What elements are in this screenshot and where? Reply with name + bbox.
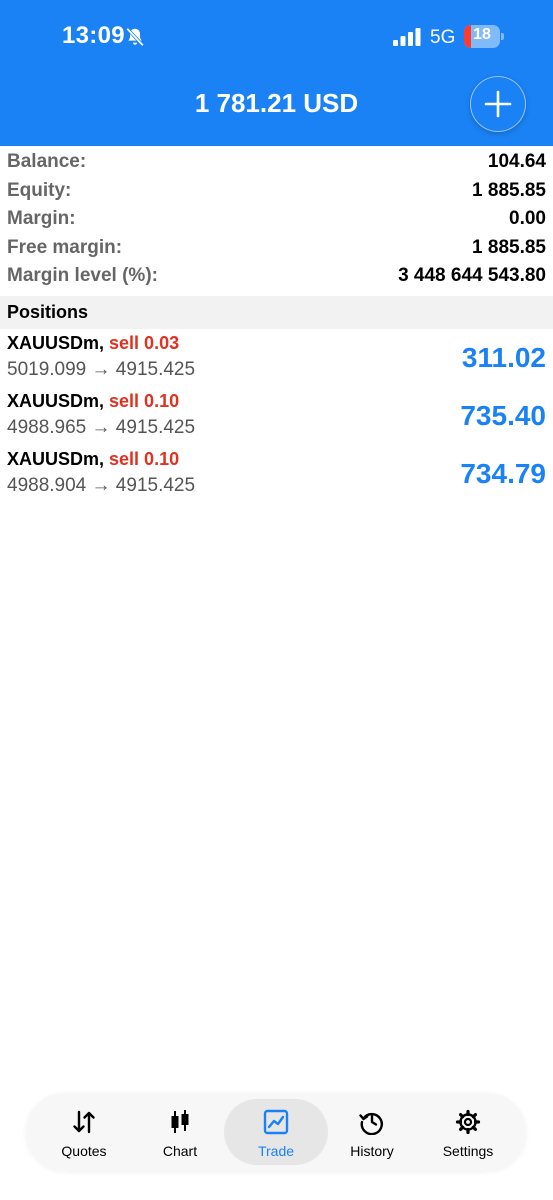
position-profit: 735.40 <box>460 400 546 431</box>
app-header: 13:09 5G 18 1 781.21 USD <box>0 0 553 146</box>
new-order-button[interactable] <box>470 76 526 132</box>
battery-icon: 18 <box>464 25 504 48</box>
status-bar: 13:09 5G 18 <box>0 0 553 76</box>
position-symbol-line: XAUUSDm, sell 0.03 <box>7 333 179 354</box>
positions-section-header: Positions <box>0 296 553 329</box>
position-prices: 4988.965 → 4915.425 <box>7 417 196 438</box>
history-clock-icon <box>359 1112 383 1135</box>
quotes-arrows-icon <box>73 1110 95 1134</box>
tab-history[interactable]: History <box>320 1099 424 1165</box>
equity-label: Equity: <box>7 179 72 201</box>
tab-history-label: History <box>350 1143 394 1159</box>
candlestick-icon <box>171 1110 189 1133</box>
bell-muted-icon <box>126 27 144 47</box>
positions-title: Positions <box>7 302 89 322</box>
margin-label: Margin: <box>7 208 76 230</box>
tab-trade-label: Trade <box>257 1143 295 1159</box>
network-type: 5G <box>430 27 456 48</box>
margin-level-value: 3 448 644 543.80 <box>398 265 546 287</box>
status-time: 13:09 <box>62 22 125 49</box>
trade-chart-icon <box>263 1109 289 1135</box>
position-row[interactable]: XAUUSDm, sell 0.10 4988.904 → 4915.425 7… <box>0 446 553 504</box>
position-symbol-line: XAUUSDm, sell 0.10 <box>7 449 179 470</box>
battery-level: 18 <box>473 26 491 43</box>
plus-icon <box>484 90 512 118</box>
position-prices: 4988.904 → 4915.425 <box>7 475 196 496</box>
margin-level-row: Margin level (%): 3 448 644 543.80 <box>0 262 553 291</box>
balance-label: Balance: <box>7 151 87 173</box>
equity-row: Equity: 1 885.85 <box>0 177 553 206</box>
account-summary: Balance: 104.64 Equity: 1 885.85 Margin:… <box>0 148 553 291</box>
position-row[interactable]: XAUUSDm, sell 0.10 4988.965 → 4915.425 7… <box>0 388 553 446</box>
position-prices: 5019.099 → 4915.425 <box>7 359 196 380</box>
free-margin-value: 1 885.85 <box>472 236 546 258</box>
margin-value: 0.00 <box>509 208 546 230</box>
balance-row: Balance: 104.64 <box>0 148 553 177</box>
position-symbol: XAUUSDm, <box>7 449 105 469</box>
balance-value: 104.64 <box>487 151 546 173</box>
position-symbol: XAUUSDm, <box>7 391 105 411</box>
tab-chart[interactable]: Chart <box>128 1099 232 1165</box>
position-profit: 311.02 <box>461 342 546 373</box>
gear-icon <box>455 1109 481 1135</box>
position-symbol: XAUUSDm, <box>7 333 105 353</box>
position-side: sell 0.10 <box>109 391 180 411</box>
signal-icon <box>393 28 421 46</box>
margin-row: Margin: 0.00 <box>0 205 553 234</box>
position-symbol-line: XAUUSDm, sell 0.10 <box>7 391 179 412</box>
bottom-tab-bar: Quotes Chart Trade History Settings <box>26 1093 526 1171</box>
margin-level-label: Margin level (%): <box>7 265 158 287</box>
position-row[interactable]: XAUUSDm, sell 0.03 5019.099 → 4915.425 3… <box>0 330 553 388</box>
position-profit: 734.79 <box>460 458 546 489</box>
tab-quotes[interactable]: Quotes <box>32 1099 136 1165</box>
position-side: sell 0.10 <box>109 449 180 469</box>
tab-quotes-label: Quotes <box>61 1143 107 1159</box>
tab-chart-label: Chart <box>162 1143 198 1159</box>
equity-value: 1 885.85 <box>472 179 546 201</box>
tab-settings[interactable]: Settings <box>416 1099 520 1165</box>
positions-list: XAUUSDm, sell 0.03 5019.099 → 4915.425 3… <box>0 330 553 504</box>
position-side: sell 0.03 <box>109 333 180 353</box>
tab-settings-label: Settings <box>442 1143 494 1159</box>
free-margin-row: Free margin: 1 885.85 <box>0 234 553 263</box>
tab-trade[interactable]: Trade <box>224 1099 328 1165</box>
free-margin-label: Free margin: <box>7 236 123 258</box>
